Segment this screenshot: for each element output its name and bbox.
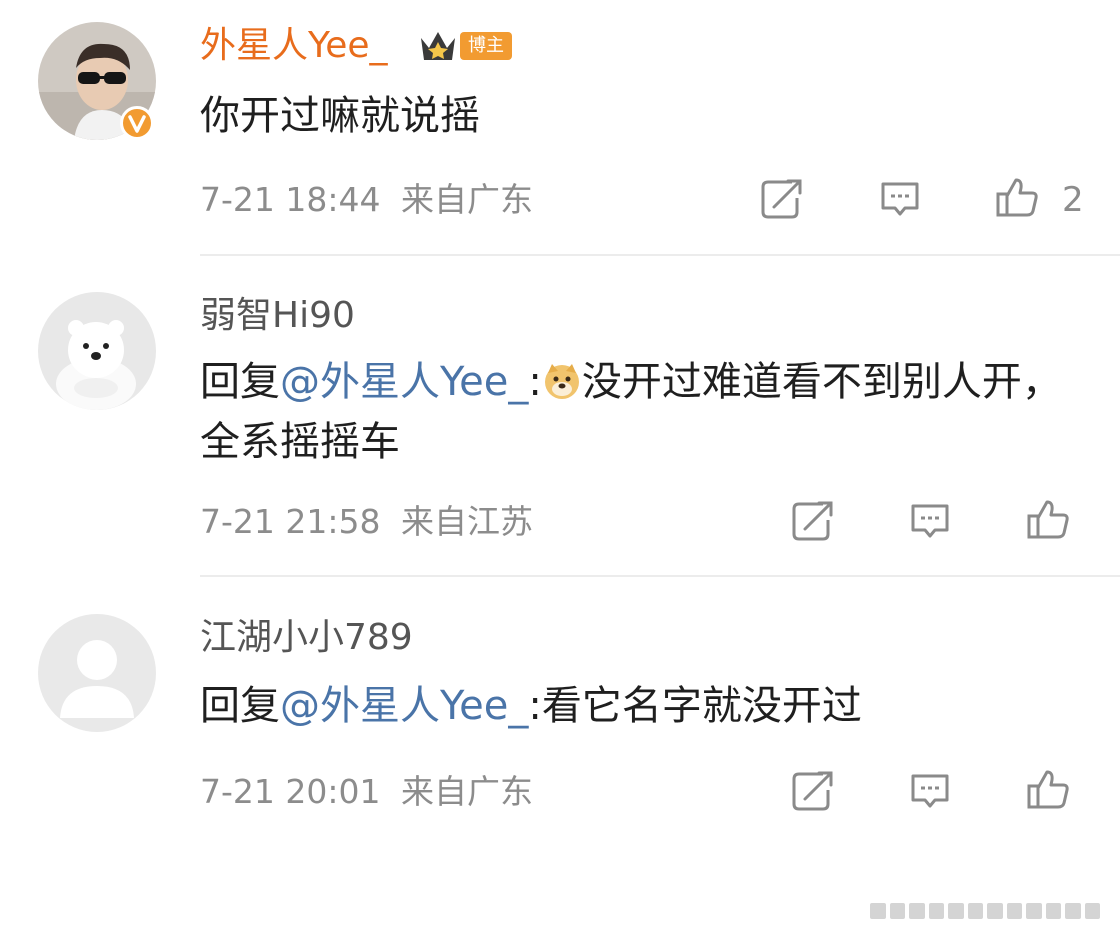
username[interactable]: 江湖小小789 — [200, 616, 413, 660]
repost-icon[interactable] — [789, 768, 835, 814]
blogger-badge: 博主 — [418, 28, 512, 64]
username[interactable]: 外星人Yee_ — [200, 24, 388, 68]
comment-icon[interactable] — [907, 498, 953, 544]
verified-icon — [120, 106, 154, 140]
timestamp: 7-21 18:44 — [200, 180, 381, 219]
colon: : — [528, 683, 542, 729]
repost-icon[interactable] — [758, 176, 804, 222]
colon: : — [528, 359, 542, 405]
avatar[interactable] — [38, 614, 156, 732]
reply-body: 看它名字就没开过 — [541, 683, 862, 729]
username[interactable]: 弱智Hi90 — [200, 294, 355, 338]
mention-link[interactable]: @外星人Yee_ — [280, 359, 528, 405]
comment-meta: 7-21 20:01 来自广东 — [200, 772, 533, 812]
comment-meta: 7-21 18:44 来自广东 — [200, 180, 533, 220]
like-count: 2 — [1062, 180, 1084, 220]
timestamp: 7-21 20:01 — [200, 772, 381, 811]
avatar[interactable] — [38, 292, 156, 410]
comment-meta: 7-21 21:58 来自江苏 — [200, 502, 533, 542]
repost-icon[interactable] — [789, 498, 835, 544]
comment-text: 回复@外星人Yee_: 没开过难道看不到别人开，全系摇摇车 — [200, 352, 1090, 472]
timestamp: 7-21 21:58 — [200, 502, 381, 541]
divider — [200, 575, 1120, 577]
reply-prefix: 回复 — [200, 683, 280, 729]
doge-emoji-icon — [544, 364, 579, 399]
like-icon[interactable] — [1025, 496, 1071, 542]
location: 来自江苏 — [401, 502, 533, 541]
like-icon[interactable] — [994, 174, 1040, 220]
crown-icon — [421, 32, 455, 60]
watermark-strip — [870, 903, 1100, 919]
comment-text: 你开过嘛就说摇 — [200, 93, 480, 139]
like-icon[interactable] — [1025, 766, 1071, 812]
location: 来自广东 — [401, 180, 533, 219]
divider — [200, 254, 1120, 256]
reply-prefix: 回复 — [200, 359, 280, 405]
comment-icon[interactable] — [877, 176, 923, 222]
comment-text: 回复@外星人Yee_:看它名字就没开过 — [200, 676, 1090, 736]
mention-link[interactable]: @外星人Yee_ — [280, 683, 528, 729]
location: 来自广东 — [401, 772, 533, 811]
comment-icon[interactable] — [907, 768, 953, 814]
badge-label: 博主 — [460, 32, 512, 60]
